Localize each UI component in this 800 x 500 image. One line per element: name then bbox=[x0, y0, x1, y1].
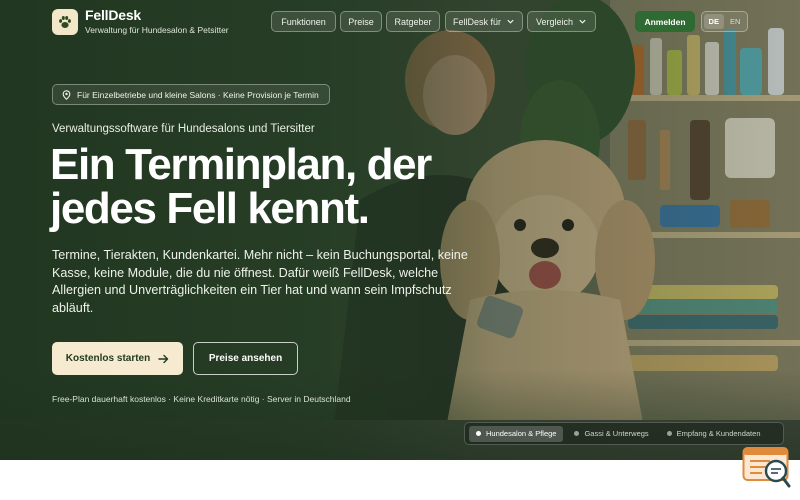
nav-preise-label: Preise bbox=[348, 16, 374, 27]
start-free-button[interactable]: Kostenlos starten bbox=[52, 342, 183, 375]
hero-fineprint: Free-Plan dauerhaft kostenlos · Keine Kr… bbox=[52, 394, 351, 404]
nav-funktionen[interactable]: Funktionen bbox=[271, 11, 336, 32]
scene-tab-hundesalon[interactable]: Hundesalon & Pflege bbox=[469, 425, 564, 442]
audience-badge: Für Einzelbetriebe und kleine Salons · K… bbox=[52, 84, 330, 105]
arrow-right-icon bbox=[158, 354, 169, 363]
start-free-label: Kostenlos starten bbox=[65, 353, 151, 364]
hero-headline-line1: Ein Terminplan, der bbox=[50, 140, 432, 189]
view-pricing-button[interactable]: Preise ansehen bbox=[193, 342, 298, 375]
chevron-down-icon bbox=[507, 19, 514, 24]
paw-icon bbox=[59, 16, 71, 28]
hero-headline-line2: jedes Fell kennt. bbox=[50, 184, 370, 233]
hero-headline: Ein Terminplan, der jedes Fell kennt. bbox=[50, 143, 520, 231]
hero-eyebrow: Verwaltungssoftware für Hundesalons und … bbox=[52, 123, 315, 135]
scene-dot bbox=[476, 431, 481, 436]
language-switcher: DE EN bbox=[701, 11, 748, 32]
language-de[interactable]: DE bbox=[704, 14, 724, 29]
nav-ratgeber-label: Ratgeber bbox=[394, 16, 432, 27]
nav-funktionen-label: Funktionen bbox=[281, 16, 326, 27]
scene-tab-gassi[interactable]: Gassi & Unterwegs bbox=[567, 426, 655, 442]
logo[interactable] bbox=[52, 9, 78, 35]
scene-dot bbox=[574, 431, 580, 436]
brand-name[interactable]: FellDesk bbox=[85, 7, 141, 23]
language-en[interactable]: EN bbox=[726, 14, 746, 29]
audience-badge-text: Für Einzelbetriebe und kleine Salons · K… bbox=[77, 89, 319, 100]
chat-search-icon bbox=[742, 447, 791, 488]
nav-felldesk-fuer-label: FellDesk für bbox=[452, 16, 501, 27]
scene-tab-empfang[interactable]: Empfang & Kundendaten bbox=[660, 426, 768, 442]
nav-preise[interactable]: Preise bbox=[340, 11, 382, 32]
scene-dot bbox=[666, 431, 672, 436]
scene-tab-label: Empfang & Kundendaten bbox=[676, 429, 761, 438]
nav-vergleich-dropdown[interactable]: Vergleich bbox=[527, 11, 596, 32]
scene-tab-label: Hundesalon & Pflege bbox=[486, 429, 557, 438]
chevron-down-icon bbox=[579, 19, 586, 24]
brand-tagline: Verwaltung für Hundesalon & Petsitter bbox=[85, 25, 229, 35]
hero-lead: Termine, Tierakten, Kundenkartei. Mehr n… bbox=[52, 248, 468, 315]
login-button[interactable]: Anmelden bbox=[635, 11, 695, 32]
nav-ratgeber[interactable]: Ratgeber bbox=[386, 11, 440, 32]
scene-tab-label: Gassi & Unterwegs bbox=[584, 429, 649, 438]
scene-switcher: Hundesalon & Pflege Gassi & Unterwegs Em… bbox=[464, 422, 784, 445]
chat-widget-button[interactable] bbox=[742, 446, 792, 490]
pin-icon bbox=[62, 89, 71, 100]
nav-vergleich-label: Vergleich bbox=[535, 16, 574, 27]
nav-felldesk-fuer-dropdown[interactable]: FellDesk für bbox=[445, 11, 523, 32]
